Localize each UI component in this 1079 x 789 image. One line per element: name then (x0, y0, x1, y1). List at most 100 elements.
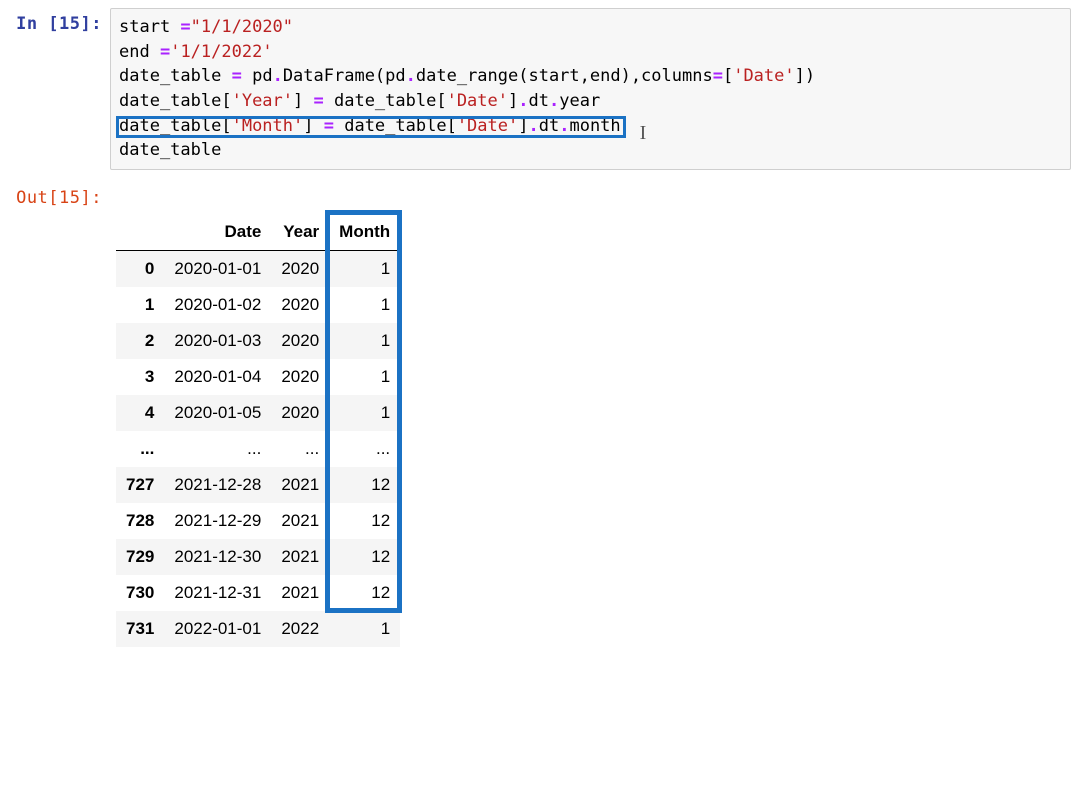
cell-month: ... (329, 431, 400, 467)
code-token: ]) (795, 66, 815, 86)
cell-month: 12 (329, 467, 400, 503)
in-num: 15 (59, 14, 80, 34)
table-row: 7312022-01-0120221 (116, 611, 400, 647)
code-token: pd (242, 66, 273, 86)
code-string: '1/1/2022' (170, 42, 272, 62)
code-token: end (119, 42, 160, 62)
code-token: . (273, 66, 283, 86)
row-index: 730 (116, 575, 164, 611)
table-row: 7272021-12-28202112 (116, 467, 400, 503)
row-index: 731 (116, 611, 164, 647)
cell-year: 2022 (271, 611, 329, 647)
code-token: date_table (119, 140, 221, 160)
cell-month: 1 (329, 323, 400, 359)
dataframe-wrap: Date Year Month 02020-01-012020112020-01… (116, 214, 400, 647)
code-token: dt (539, 116, 559, 136)
cell-year: 2021 (271, 575, 329, 611)
cell-date: 2020-01-02 (164, 287, 271, 323)
table-row: ............ (116, 431, 400, 467)
code-token: ] (508, 91, 518, 111)
row-index: 0 (116, 250, 164, 287)
cell-year: 2020 (271, 359, 329, 395)
code-token: = (314, 91, 324, 111)
row-index: 727 (116, 467, 164, 503)
cell-year: 2020 (271, 323, 329, 359)
code-token: date_table (119, 66, 232, 86)
cell-date: 2020-01-05 (164, 395, 271, 431)
out-label: Out[ (16, 188, 59, 208)
row-index: 3 (116, 359, 164, 395)
cell-year: 2020 (271, 287, 329, 323)
out-num: 15 (59, 188, 80, 208)
code-string: 'Year' (232, 91, 293, 111)
code-token: DataFrame(pd (283, 66, 406, 86)
code-editor[interactable]: start ="1/1/2020" end ='1/1/2022' date_t… (110, 8, 1071, 170)
cell-month: 1 (329, 359, 400, 395)
code-token: ] (303, 116, 323, 136)
col-header-month: Month (329, 214, 400, 251)
row-index: 729 (116, 539, 164, 575)
code-token: month (569, 116, 620, 136)
code-token: date_table[ (324, 91, 447, 111)
code-token: = (713, 66, 723, 86)
cell-date: 2020-01-01 (164, 250, 271, 287)
cell-date: 2022-01-01 (164, 611, 271, 647)
cell-date: 2020-01-03 (164, 323, 271, 359)
cell-month: 12 (329, 539, 400, 575)
code-token: date_range(start,end),columns (416, 66, 713, 86)
code-token: ] (518, 116, 528, 136)
cell-date: 2021-12-28 (164, 467, 271, 503)
table-row: 02020-01-0120201 (116, 250, 400, 287)
code-token: = (324, 116, 334, 136)
cell-year: 2021 (271, 539, 329, 575)
code-token: [ (723, 66, 733, 86)
code-string: 'Date' (457, 116, 518, 136)
cell-date: 2020-01-04 (164, 359, 271, 395)
code-token: . (528, 116, 538, 136)
cell-month: 1 (329, 250, 400, 287)
cell-year: ... (271, 431, 329, 467)
row-index: ... (116, 431, 164, 467)
in-prompt: In [15]: (8, 8, 110, 34)
cell-year: 2020 (271, 395, 329, 431)
dataframe-table: Date Year Month 02020-01-012020112020-01… (116, 214, 400, 647)
output-cell: Out[15]: Date Year Month 02020-01-012020… (8, 182, 1071, 650)
table-row: 7302021-12-31202112 (116, 575, 400, 611)
cell-month: 1 (329, 395, 400, 431)
index-header (116, 214, 164, 251)
row-index: 4 (116, 395, 164, 431)
code-token: year (559, 91, 600, 111)
in-label: In [ (16, 14, 59, 34)
output-area: Date Year Month 02020-01-012020112020-01… (110, 182, 1071, 650)
code-token: ] (293, 91, 313, 111)
code-token: . (549, 91, 559, 111)
cell-year: 2021 (271, 467, 329, 503)
cell-date: 2021-12-31 (164, 575, 271, 611)
cell-month: 1 (329, 287, 400, 323)
row-index: 2 (116, 323, 164, 359)
code-token: date_table[ (334, 116, 457, 136)
code-token: = (232, 66, 242, 86)
cell-month: 1 (329, 611, 400, 647)
table-row: 42020-01-0520201 (116, 395, 400, 431)
table-row: 7282021-12-29202112 (116, 503, 400, 539)
code-string: 'Month' (232, 116, 304, 136)
cell-date: 2021-12-29 (164, 503, 271, 539)
row-index: 728 (116, 503, 164, 539)
table-row: 7292021-12-30202112 (116, 539, 400, 575)
code-token: dt (529, 91, 549, 111)
cell-month: 12 (329, 503, 400, 539)
code-token: date_table[ (119, 116, 232, 136)
cell-date: 2021-12-30 (164, 539, 271, 575)
cell-month: 12 (329, 575, 400, 611)
out-prompt: Out[15]: (8, 182, 110, 208)
col-header-year: Year (271, 214, 329, 251)
table-row: 32020-01-0420201 (116, 359, 400, 395)
code-token: date_table[ (119, 91, 232, 111)
code-block[interactable]: start ="1/1/2020" end ='1/1/2022' date_t… (119, 15, 1062, 163)
row-index: 1 (116, 287, 164, 323)
code-string: "1/1/2020" (191, 17, 293, 37)
code-string: 'Date' (733, 66, 794, 86)
input-cell: In [15]: start ="1/1/2020" end ='1/1/202… (8, 8, 1071, 170)
code-token: . (518, 91, 528, 111)
